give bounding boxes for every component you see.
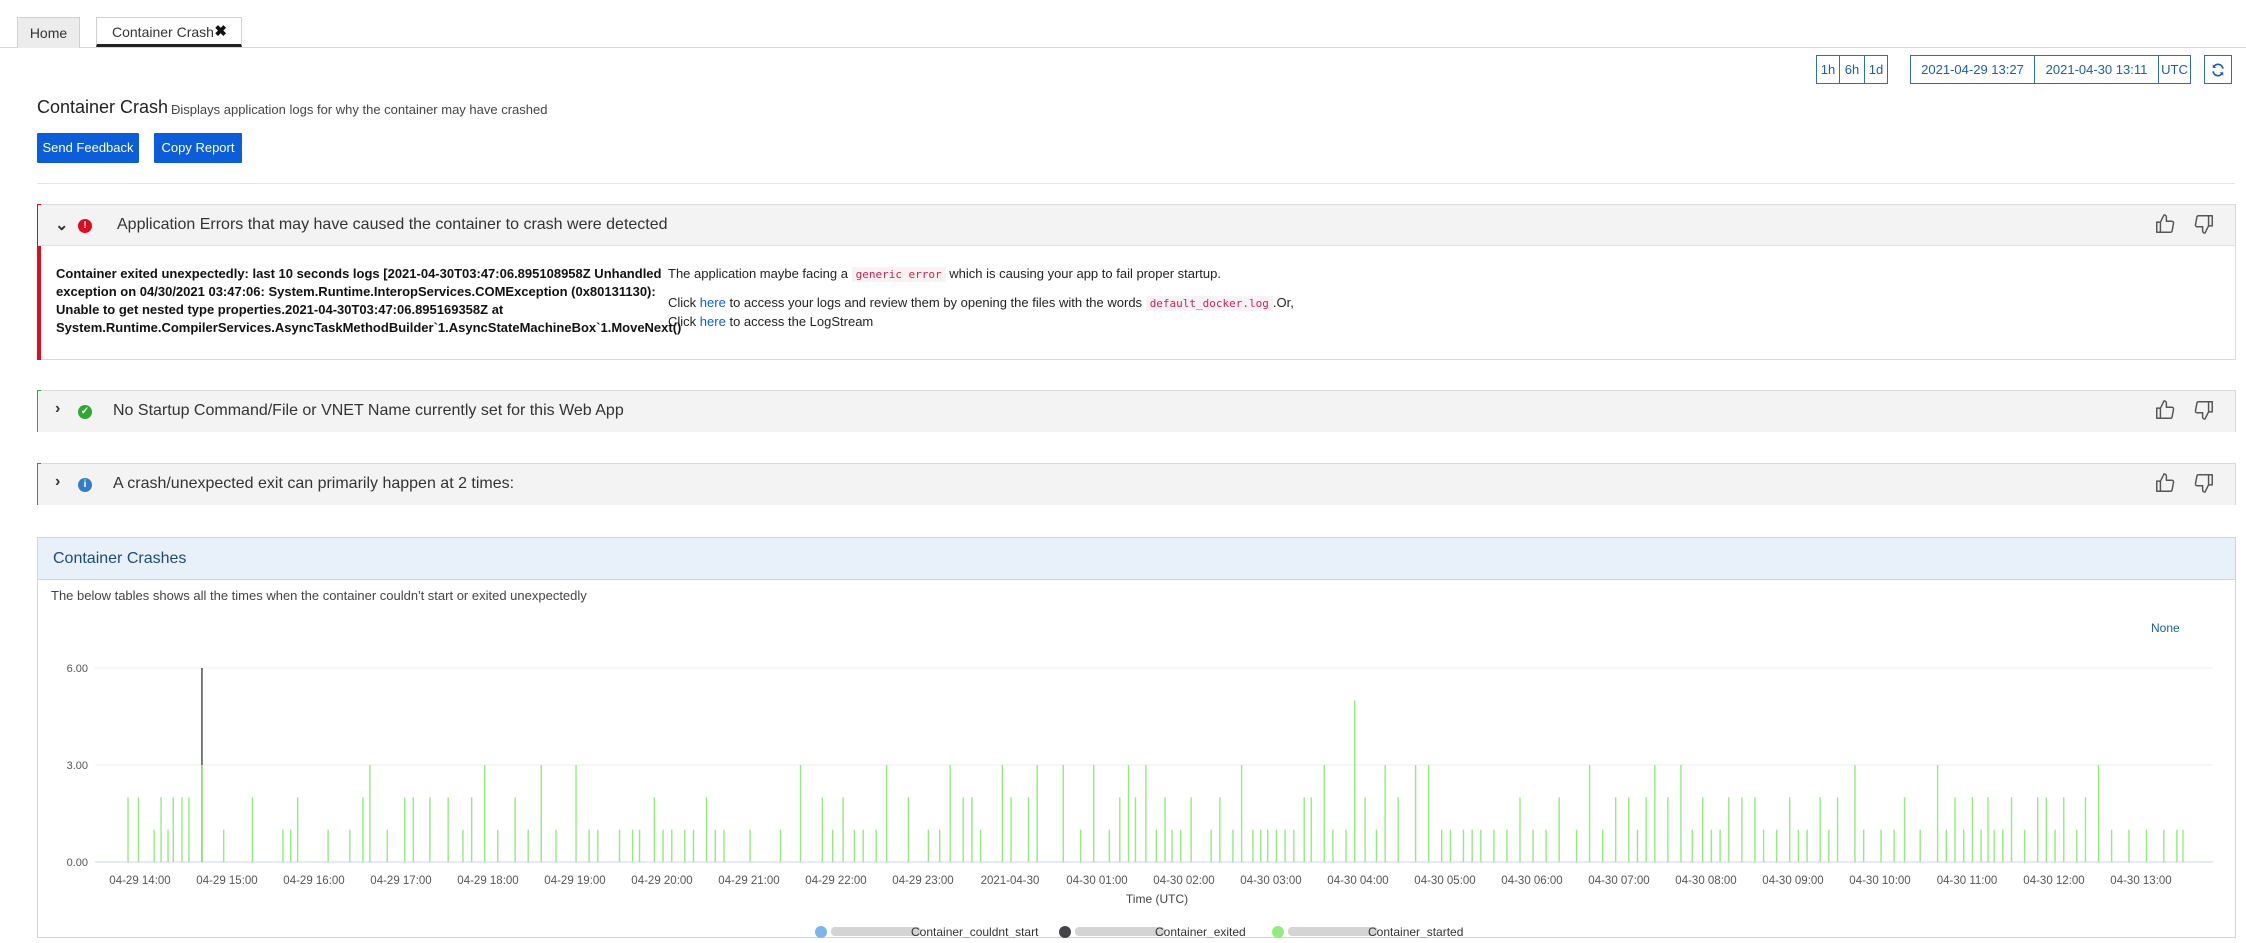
tab-bar: Home Container Crash ✖ <box>0 0 2246 48</box>
success-icon: ✓ <box>78 405 92 419</box>
description-line-1: The application maybe facing a generic e… <box>668 266 1221 282</box>
x-tick-label: 04-30 11:00 <box>1937 875 1998 887</box>
error-log-text: Container exited unexpectedly: last 10 s… <box>56 266 682 335</box>
x-tick-label: 04-30 08:00 <box>1675 875 1736 887</box>
chart-card-header: Container Crashes <box>38 538 2235 580</box>
thumbs-up-icon[interactable] <box>2154 399 2176 421</box>
close-icon[interactable]: ✖ <box>214 18 227 46</box>
x-tick-label: 04-30 10:00 <box>1849 875 1910 887</box>
x-tick-label: 04-30 07:00 <box>1588 875 1649 887</box>
insight-header[interactable]: ⌄ ! Application Errors that may have cau… <box>38 205 2235 246</box>
logs-link[interactable]: here <box>700 295 726 310</box>
x-tick-label: 04-29 17:00 <box>370 875 431 887</box>
page-title: Container Crash - <box>37 97 178 117</box>
insight-startup-command: › ✓ No Startup Command/File or VNET Name… <box>37 390 2236 432</box>
chart-card-title: Container Crashes <box>53 550 187 567</box>
chevron-right-icon[interactable]: › <box>55 400 60 418</box>
tab-label: Container Crash <box>112 24 214 40</box>
legend-redacted <box>1075 927 1165 936</box>
insight-header[interactable]: › i A crash/unexpected exit can primaril… <box>38 464 2235 505</box>
legend-redacted <box>831 927 921 936</box>
y-tick-label: 6.00 <box>67 663 88 675</box>
log-file-code: default_docker.log <box>1145 296 1273 311</box>
insight-title: Application Errors that may have caused … <box>117 216 668 233</box>
legend-marker <box>1272 926 1284 938</box>
chevron-right-icon[interactable]: › <box>55 473 60 491</box>
send-feedback-button[interactable]: Send Feedback <box>37 133 139 163</box>
y-tick-label: 3.00 <box>67 760 88 772</box>
x-tick-label: 04-30 01:00 <box>1066 875 1127 887</box>
insight-body: Container exited unexpectedly: last 10 s… <box>38 246 2235 359</box>
x-tick-label: 04-29 16:00 <box>283 875 344 887</box>
x-tick-label: 04-30 13:00 <box>2110 875 2171 887</box>
x-tick-label: 04-30 09:00 <box>1762 875 1823 887</box>
description-line-3: Click here to access the LogStream <box>668 314 874 329</box>
x-tick-label: 04-29 23:00 <box>892 875 953 887</box>
copy-report-button[interactable]: Copy Report <box>154 133 242 163</box>
start-time-input[interactable]: 2021-04-29 13:27 <box>1910 55 2035 84</box>
divider <box>37 183 2235 184</box>
legend-label: Container_exited <box>1155 925 1246 938</box>
x-tick-label: 04-29 19:00 <box>544 875 605 887</box>
x-tick-label: 04-30 06:00 <box>1501 875 1562 887</box>
thumbs-down-icon[interactable] <box>2193 472 2215 494</box>
tab-home[interactable]: Home <box>17 17 80 48</box>
description-line-2: Click here to access your logs and revie… <box>668 295 1294 311</box>
thumbs-down-icon[interactable] <box>2193 399 2215 421</box>
x-tick-label: 2021-04-30 <box>981 875 1040 887</box>
insight-header[interactable]: › ✓ No Startup Command/File or VNET Name… <box>38 391 2235 432</box>
x-tick-label: 04-29 21:00 <box>718 875 779 887</box>
refresh-icon <box>2212 63 2224 77</box>
insight-title: A crash/unexpected exit can primarily ha… <box>113 475 515 492</box>
refresh-button[interactable] <box>2204 55 2232 84</box>
legend-marker <box>815 926 827 938</box>
legend-marker <box>1059 926 1071 938</box>
insight-app-errors: ⌄ ! Application Errors that may have cau… <box>37 204 2236 360</box>
page-subtitle: Displays application logs for why the co… <box>171 102 548 117</box>
thumbs-up-icon[interactable] <box>2154 213 2176 235</box>
thumbs-down-icon[interactable] <box>2193 213 2215 235</box>
x-tick-label: 04-29 22:00 <box>805 875 866 887</box>
insight-crash-times: › i A crash/unexpected exit can primaril… <box>37 463 2236 505</box>
error-icon: ! <box>78 219 92 233</box>
preset-1d-button[interactable]: 1d <box>1864 55 1888 84</box>
y-tick-label: 0.00 <box>67 857 88 869</box>
chart-card-description: The below tables shows all the times whe… <box>51 588 587 603</box>
x-axis-title: Time (UTC) <box>1126 892 1188 906</box>
x-tick-label: 04-29 20:00 <box>631 875 692 887</box>
chevron-down-icon[interactable]: ⌄ <box>55 215 68 235</box>
error-code: generic error <box>851 267 946 282</box>
container-crashes-card: Container Crashes The below tables shows… <box>37 537 2236 938</box>
x-tick-label: 04-29 14:00 <box>109 875 170 887</box>
x-tick-label: 04-30 03:00 <box>1240 875 1301 887</box>
x-tick-label: 04-30 02:00 <box>1153 875 1214 887</box>
legend-label: Container_started <box>1368 925 1463 938</box>
x-tick-label: 04-30 04:00 <box>1327 875 1388 887</box>
info-icon: i <box>78 478 92 492</box>
insight-title: No Startup Command/File or VNET Name cur… <box>113 402 624 419</box>
timezone-label: UTC <box>2158 55 2191 84</box>
logstream-link[interactable]: here <box>700 314 726 329</box>
preset-6h-button[interactable]: 6h <box>1839 55 1865 84</box>
end-time-input[interactable]: 2021-04-30 13:11 <box>2034 55 2159 84</box>
insight-description: The application maybe facing a generic e… <box>668 265 1294 331</box>
preset-1h-button[interactable]: 1h <box>1816 55 1840 84</box>
x-tick-label: 04-29 15:00 <box>196 875 257 887</box>
legend-redacted <box>1288 927 1378 936</box>
thumbs-up-icon[interactable] <box>2154 472 2176 494</box>
x-tick-label: 04-30 12:00 <box>2023 875 2084 887</box>
container-crashes-chart: 0.00 3.00 6.00 04-29 14:00 04-29 15:00 04-29 … <box>67 663 2213 938</box>
tab-container-crash[interactable]: Container Crash ✖ <box>96 17 242 47</box>
x-tick-label: 04-30 05:00 <box>1414 875 1475 887</box>
tab-label: Home <box>29 25 68 41</box>
legend-label: Container_couldnt_start <box>911 925 1039 938</box>
x-tick-label: 04-29 18:00 <box>457 875 518 887</box>
